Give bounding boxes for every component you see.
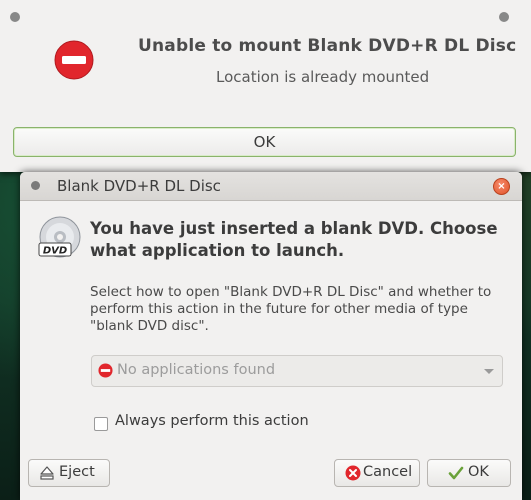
- eject-label: Eject: [59, 464, 95, 480]
- window-title: Blank DVD+R DL Disc: [57, 177, 221, 195]
- error-title: Unable to mount Blank DVD+R DL Disc: [138, 36, 517, 56]
- always-perform-checkbox[interactable]: [94, 417, 108, 431]
- checkmark-icon: [448, 466, 464, 480]
- cancel-label: Cancel: [363, 464, 413, 480]
- close-icon[interactable]: ×: [493, 178, 510, 195]
- error-dialog-titlebar[interactable]: [0, 0, 531, 34]
- dvd-logo-text: DVD: [43, 246, 67, 257]
- chevron-down-icon: [484, 369, 494, 374]
- cancel-icon: [345, 465, 361, 481]
- error-ok-button[interactable]: OK: [13, 127, 516, 157]
- eject-button[interactable]: Eject: [28, 459, 110, 487]
- ok-label: OK: [468, 464, 489, 480]
- window-menu-icon[interactable]: [10, 12, 20, 22]
- autorun-dialog: Blank DVD+R DL Disc × DVD You have just …: [20, 172, 522, 500]
- stop-icon: [98, 363, 113, 378]
- autorun-titlebar[interactable]: Blank DVD+R DL Disc ×: [20, 172, 522, 201]
- application-select[interactable]: No applications found: [91, 355, 503, 387]
- always-perform-label[interactable]: Always perform this action: [115, 413, 309, 429]
- window-dot-icon: [499, 12, 509, 22]
- error-message: Location is already mounted: [216, 68, 430, 86]
- stop-icon: [54, 40, 94, 80]
- dvd-disc-icon: DVD: [38, 216, 81, 258]
- autorun-description: Select how to open "Blank DVD+R DL Disc"…: [90, 284, 492, 334]
- application-select-value: No applications found: [117, 362, 276, 378]
- cancel-button[interactable]: Cancel: [334, 459, 420, 487]
- window-menu-icon[interactable]: [31, 181, 40, 190]
- autorun-heading: You have just inserted a blank DVD. Choo…: [90, 219, 498, 260]
- ok-button[interactable]: OK: [427, 459, 511, 487]
- eject-icon: [40, 466, 54, 480]
- error-dialog: Unable to mount Blank DVD+R DL Disc Loca…: [0, 0, 531, 172]
